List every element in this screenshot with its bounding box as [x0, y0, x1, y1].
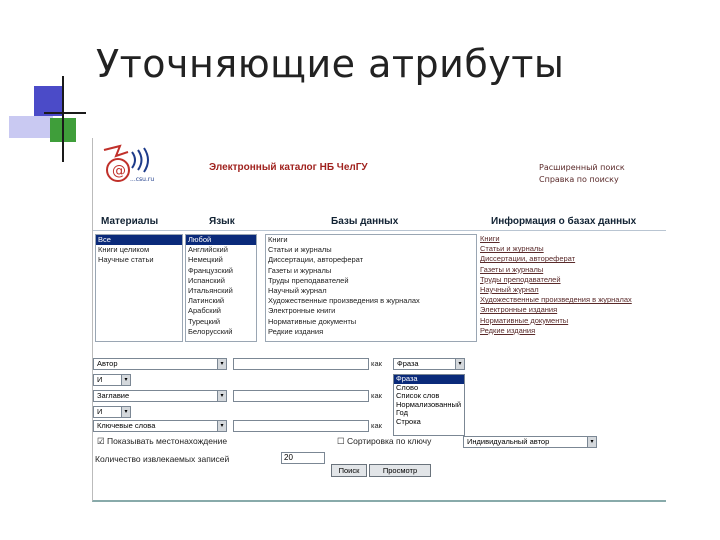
database-option[interactable]: Нормативные документы: [266, 317, 476, 327]
kak-label-2: как: [371, 391, 382, 400]
db-info-link[interactable]: Нормативные документы: [480, 316, 632, 326]
header-divider: [93, 230, 666, 231]
chevron-down-icon: ▾: [217, 421, 226, 431]
catalog-screenshot: @ ...csu.ru Электронный каталог НБ ЧелГУ…: [92, 138, 666, 502]
match-select-value-1: Фраза: [397, 359, 419, 368]
chevron-down-icon: ▾: [121, 407, 130, 417]
chevron-down-icon: ▾: [587, 437, 596, 447]
language-listbox[interactable]: Любой Английский Немецкий Французский Испанс…: [185, 234, 257, 342]
language-option[interactable]: Арабский: [186, 306, 256, 316]
slide-title: Уточняющие атрибуты: [96, 42, 565, 86]
svg-text:...csu.ru: ...csu.ru: [130, 176, 154, 183]
connector-select-2[interactable]: И ▾: [93, 406, 131, 418]
language-option[interactable]: Любой: [186, 235, 256, 246]
db-info-link[interactable]: Книги: [480, 234, 632, 244]
search-help-link[interactable]: Справка по поиску: [539, 174, 625, 186]
decor-square-lilac: [9, 116, 53, 138]
databases-listbox[interactable]: Книги Статьи и журналы Диссертации, авторе…: [265, 234, 477, 342]
search-text-input-2[interactable]: [233, 390, 369, 402]
database-option[interactable]: Статьи и журналы: [266, 245, 476, 255]
chevron-down-icon: ▾: [217, 359, 226, 369]
db-info-link[interactable]: Диссертации, автореферат: [480, 254, 632, 264]
database-option[interactable]: Диссертации, автореферат: [266, 255, 476, 265]
kak-label-3: как: [371, 421, 382, 430]
top-links: Расширенный поиск Справка по поиску: [539, 162, 625, 186]
db-info-link[interactable]: Научный журнал: [480, 285, 632, 295]
match-select-1[interactable]: Фраза ▾: [393, 358, 465, 370]
search-text-input-3[interactable]: [233, 420, 369, 432]
records-input[interactable]: 20: [281, 452, 325, 464]
database-option[interactable]: Художественные произведения в журналах: [266, 296, 476, 306]
database-option[interactable]: Электронные книги: [266, 306, 476, 316]
db-info-link[interactable]: Электронные издания: [480, 305, 632, 315]
language-option[interactable]: Итальянский: [186, 286, 256, 296]
show-location-row[interactable]: ☑ Показывать местонахождение: [97, 436, 227, 447]
library-logo: @ ...csu.ru: [103, 144, 154, 183]
sort-checkbox[interactable]: ☐: [337, 436, 345, 446]
chevron-down-icon: ▾: [455, 359, 464, 369]
materials-option[interactable]: Все: [96, 235, 182, 246]
search-field-select-3[interactable]: Ключевые слова ▾: [93, 420, 227, 432]
language-option[interactable]: Французский: [186, 266, 256, 276]
db-info-header: Информация о базах данных: [491, 216, 637, 227]
catalog-title: Электронный каталог НБ ЧелГУ: [209, 162, 368, 173]
database-option[interactable]: Редкие издания: [266, 327, 476, 337]
chevron-down-icon: ▾: [121, 375, 130, 385]
chevron-down-icon: ▾: [217, 391, 226, 401]
databases-header: Базы данных: [331, 216, 399, 227]
database-option[interactable]: Научный журнал: [266, 286, 476, 296]
database-option[interactable]: Труды преподавателей: [266, 276, 476, 286]
db-info-link[interactable]: Труды преподавателей: [480, 275, 632, 285]
language-option[interactable]: Английский: [186, 245, 256, 255]
db-info-link[interactable]: Редкие издания: [480, 326, 632, 336]
language-header: Язык: [209, 216, 235, 227]
db-info-links: Книги Статьи и журналы Диссертации, авторе…: [480, 234, 632, 336]
database-option[interactable]: Книги: [266, 235, 476, 245]
search-field-value-1: Автор: [97, 359, 118, 368]
svg-text:@: @: [112, 163, 126, 179]
decor-vertical-line: [62, 76, 64, 162]
language-option[interactable]: Испанский: [186, 276, 256, 286]
search-button[interactable]: Поиск: [331, 464, 367, 477]
advanced-search-link[interactable]: Расширенный поиск: [539, 162, 625, 174]
connector-value-2: И: [97, 407, 103, 416]
database-option[interactable]: Газеты и журналы: [266, 266, 476, 276]
language-option[interactable]: Турецкий: [186, 317, 256, 327]
materials-option[interactable]: Книги целиком: [96, 245, 182, 255]
search-field-select-1[interactable]: Автор ▾: [93, 358, 227, 370]
kak-label-1: как: [371, 359, 382, 368]
search-field-value-3: Ключевые слова: [97, 421, 156, 430]
materials-option[interactable]: Научные статьи: [96, 255, 182, 265]
records-label: Количество извлекаемых записей: [95, 454, 230, 464]
db-info-link[interactable]: Художественные произведения в журналах: [480, 295, 632, 305]
db-info-link[interactable]: Газеты и журналы: [480, 265, 632, 275]
show-location-label: Показывать местонахождение: [107, 436, 228, 446]
materials-header: Материалы: [101, 216, 159, 227]
connector-select-1[interactable]: И ▾: [93, 374, 131, 386]
records-row: Количество извлекаемых записей: [95, 454, 229, 464]
match-dropdown-list[interactable]: Фраза Слово Список слов Нормализованный Год С…: [393, 374, 465, 436]
materials-listbox[interactable]: Все Книги целиком Научные статьи: [95, 234, 183, 342]
db-info-link[interactable]: Статьи и журналы: [480, 244, 632, 254]
show-location-checkbox[interactable]: ☑: [97, 436, 105, 446]
search-text-input-1[interactable]: [233, 358, 369, 370]
decor-horizontal-line: [44, 112, 86, 114]
sort-select[interactable]: Индивидуальный автор ▾: [463, 436, 597, 448]
connector-value-1: И: [97, 375, 103, 384]
sort-select-value: Индивидуальный автор: [467, 437, 550, 446]
sort-row[interactable]: ☐ Сортировка по ключу: [337, 436, 431, 447]
search-field-select-2[interactable]: Заглавие ▾: [93, 390, 227, 402]
language-option[interactable]: Латинский: [186, 296, 256, 306]
language-option[interactable]: Немецкий: [186, 255, 256, 265]
search-field-value-2: Заглавие: [97, 391, 130, 400]
match-option[interactable]: Строка: [394, 417, 464, 427]
sort-label: Сортировка по ключу: [347, 436, 432, 446]
view-button[interactable]: Просмотр: [369, 464, 431, 477]
language-option[interactable]: Белорусский: [186, 327, 256, 337]
